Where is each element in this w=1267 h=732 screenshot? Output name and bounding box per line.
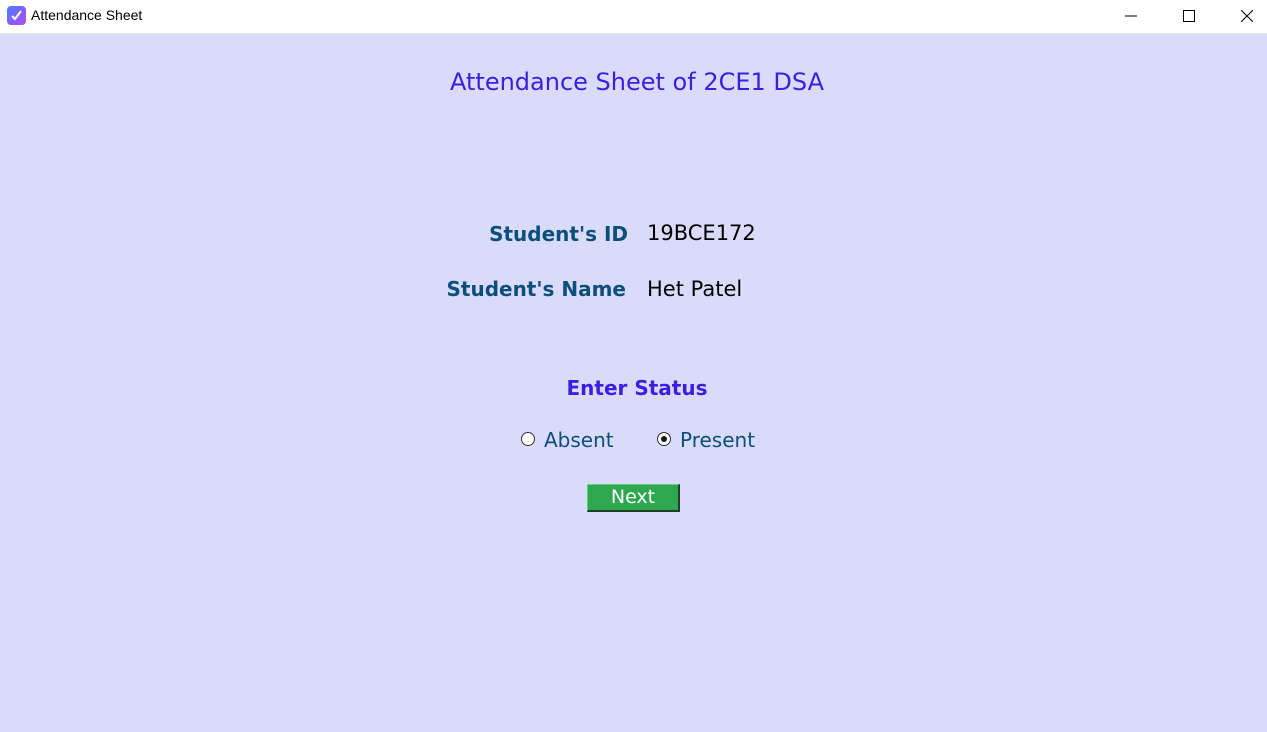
- student-id-value: 19BCE172: [647, 221, 756, 245]
- status-present-radio[interactable]: Present: [657, 428, 772, 454]
- page-title: Attendance Sheet of 2CE1 DSA: [450, 68, 824, 96]
- form-area: Attendance Sheet of 2CE1 DSA Student's I…: [0, 34, 1267, 732]
- radio-button-checked[interactable]: [657, 432, 671, 446]
- status-title: Enter Status: [566, 376, 708, 400]
- app-window: Attendance Sheet Attendance Sheet of 2CE…: [0, 0, 1267, 732]
- status-absent-radio[interactable]: Absent: [521, 428, 631, 454]
- close-button[interactable]: [1224, 0, 1267, 32]
- maximize-icon: [1183, 10, 1195, 22]
- maximize-button[interactable]: [1166, 0, 1212, 32]
- present-label[interactable]: Present: [680, 428, 755, 452]
- absent-label[interactable]: Absent: [544, 428, 614, 452]
- window-title: Attendance Sheet: [31, 7, 143, 23]
- minimize-button[interactable]: [1108, 0, 1154, 32]
- radio-button-unchecked[interactable]: [521, 432, 535, 446]
- student-id-label: Student's ID: [489, 222, 628, 246]
- checkbox-app-icon: [7, 6, 26, 25]
- close-icon: [1241, 10, 1253, 22]
- radio-selected-dot: [661, 436, 667, 442]
- student-name-value: Het Patel: [647, 277, 743, 301]
- student-name-label: Student's Name: [446, 277, 626, 301]
- title-bar[interactable]: Attendance Sheet: [0, 0, 1267, 34]
- minimize-icon: [1125, 15, 1137, 17]
- next-button[interactable]: Next: [587, 484, 680, 512]
